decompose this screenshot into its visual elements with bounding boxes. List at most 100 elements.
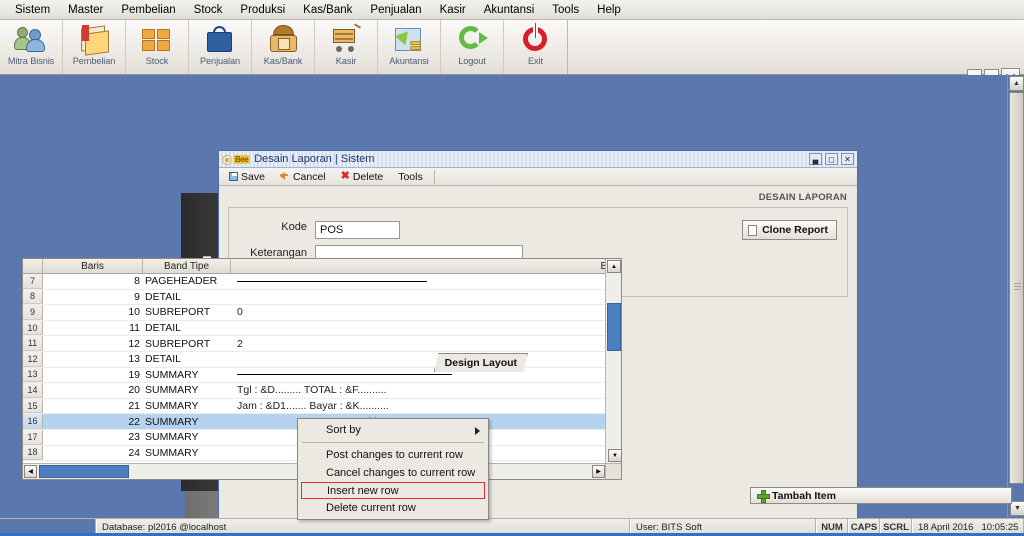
cell-band-tipe: SUMMARY [145,400,199,413]
row-number: 12 [23,351,43,367]
context-menu-item-delete-current-row[interactable]: Delete current row [298,499,488,517]
menu-item-sistem[interactable]: Sistem [6,2,59,18]
menu-label: Penjualan [370,3,422,16]
desktop-scrollbar[interactable]: ▲ ▼ [1007,75,1024,518]
toolbar-label: Exit [528,56,543,66]
toolbar-button-akuntansi[interactable]: Akuntansi [378,20,441,74]
menu-item-stock[interactable]: Stock [185,2,232,18]
scroll-up-arrow-icon[interactable]: ▲ [1009,76,1024,91]
row-number: 8 [23,289,43,305]
grid-header-baris[interactable]: Baris [43,259,143,273]
grid-scroll-corner [605,463,621,479]
menu-label: Pembelian [121,3,176,16]
cell-bar: Jam : &D1....... Bayar : &K.......... [237,400,389,413]
toolbar-button-exit[interactable]: Exit [504,20,567,74]
close-icon[interactable]: ✕ [841,153,854,165]
toolbar-button-pembelian[interactable]: Pembelian [63,20,126,74]
toolbar-label: Stock [145,56,169,66]
minimize-icon[interactable]: ▄ [809,153,822,165]
context-menu-item-sort-by[interactable]: Sort by [298,421,488,439]
cell-baris: 23 [128,431,140,444]
tambah-item-button[interactable]: Tambah Item [750,487,1012,504]
cancel-button[interactable]: Cancel [274,170,333,184]
toolbar-button-logout[interactable]: Logout [441,20,504,74]
main-menubar: Sistem Master Pembelian Stock Produksi K… [0,0,1024,20]
scroll-down-arrow-icon[interactable]: ▼ [1010,501,1024,516]
menu-item-help[interactable]: Help [588,2,630,18]
child-window-titlebar[interactable]: ⦿ Bee Desain Laporan | Sistem ▄ ◻ ✕ [219,151,857,168]
table-row[interactable]: 10 11 DETAIL [23,320,606,337]
cell-band-tipe: SUMMARY [145,431,199,444]
clone-icon [748,224,758,236]
toolbar-label: Kas/Bank [263,56,303,66]
row-number: 13 [23,367,43,383]
cell-bar [231,290,606,305]
context-menu: Sort by Post changes to current row Canc… [297,418,489,520]
menu-item-produksi[interactable]: Produksi [231,2,294,18]
context-menu-item-insert-new-row[interactable]: Insert new row [301,482,485,499]
save-button[interactable]: Save [223,170,272,184]
save-label: Save [241,170,265,183]
cell-baris: 10 [128,306,140,319]
maximize-icon[interactable]: ◻ [825,153,838,165]
tools-button[interactable]: Tools [392,170,430,184]
menu-item-kasir[interactable]: Kasir [431,2,475,18]
menu-label: Tools [552,3,580,16]
table-row[interactable]: 14 20 SUMMARY Tgl : &D......... TOTAL : … [23,383,606,399]
context-menu-label: Post changes to current row [326,449,463,461]
row-number: 17 [23,429,43,445]
grid-vertical-scrollbar[interactable]: ▲ ▼ [605,259,622,464]
table-row[interactable]: 7 8 PAGEHEADER [23,274,606,290]
grid-scroll-left-icon[interactable]: ◀ [24,465,37,478]
tab-design-layout[interactable]: Design Layout [433,353,529,372]
toolbar-button-kasir[interactable]: Kasir [315,20,378,74]
toolbar-button-stock[interactable]: Stock [126,20,189,74]
table-row[interactable]: 9 10 SUBREPORT 0 [23,305,606,321]
menu-label: Help [597,3,621,16]
chart-icon [392,23,426,55]
kode-input[interactable] [315,221,400,239]
grid-header-band-tipe[interactable]: Band Tipe [143,259,231,273]
cell-baris: 22 [128,415,140,428]
row-number: 10 [23,320,43,336]
grid-header-rownum[interactable] [23,259,43,273]
menu-label: Akuntansi [483,3,535,16]
context-menu-label: Cancel changes to current row [326,467,476,479]
toolbar-button-kas-bank[interactable]: Kas/Bank [252,20,315,74]
cart-icon [329,23,363,55]
cell-baris: 12 [128,337,140,350]
toolbar-button-group: Mitra Bisnis Pembelian Stock Penjualan K… [0,20,568,74]
delete-button[interactable]: ✖ Delete [335,170,391,184]
table-row[interactable]: 11 12 SUBREPORT 2 [23,336,606,352]
menu-item-tools[interactable]: Tools [543,2,588,18]
menu-item-master[interactable]: Master [59,2,112,18]
cell-band-tipe: DETAIL [145,322,181,335]
menu-label: Stock [193,3,223,16]
grid-header-bar[interactable]: Bar [231,259,621,273]
context-menu-item-post-changes[interactable]: Post changes to current row [298,446,488,464]
grid-scroll-up-icon[interactable]: ▲ [607,260,621,273]
menu-item-penjualan[interactable]: Penjualan [361,2,430,18]
clone-report-button[interactable]: Clone Report [742,220,837,240]
grid-scroll-down-icon[interactable]: ▼ [608,449,622,462]
desktop-scroll-thumb[interactable] [1009,92,1024,484]
cell-bar: 0 [237,306,243,319]
grid-scroll-right-icon[interactable]: ▶ [592,465,605,478]
cell-bar [231,368,606,383]
child-window-toolbar: Save Cancel ✖ Delete Tools [219,168,857,186]
toolbar-button-mitra-bisnis[interactable]: Mitra Bisnis [0,20,63,74]
context-menu-item-cancel-changes[interactable]: Cancel changes to current row [298,464,488,482]
menu-item-pembelian[interactable]: Pembelian [112,2,184,18]
menu-item-kasbank[interactable]: Kas/Bank [294,2,361,18]
toolbar-divider [433,169,435,184]
status-time: 10:05:25 [981,522,1019,533]
toolbar-label: Logout [458,56,486,66]
bee-logo-text: Bee [233,154,251,164]
table-row[interactable]: 15 21 SUMMARY Jam : &D1....... Bayar : &… [23,398,606,415]
cell-band-tipe: DETAIL [145,353,181,366]
grid-hscroll-thumb[interactable] [39,465,129,478]
table-row[interactable]: 8 9 DETAIL [23,289,606,306]
toolbar-button-penjualan[interactable]: Penjualan [189,20,252,74]
menu-item-akuntansi[interactable]: Akuntansi [475,2,544,18]
grid-vscroll-thumb[interactable] [607,303,621,351]
